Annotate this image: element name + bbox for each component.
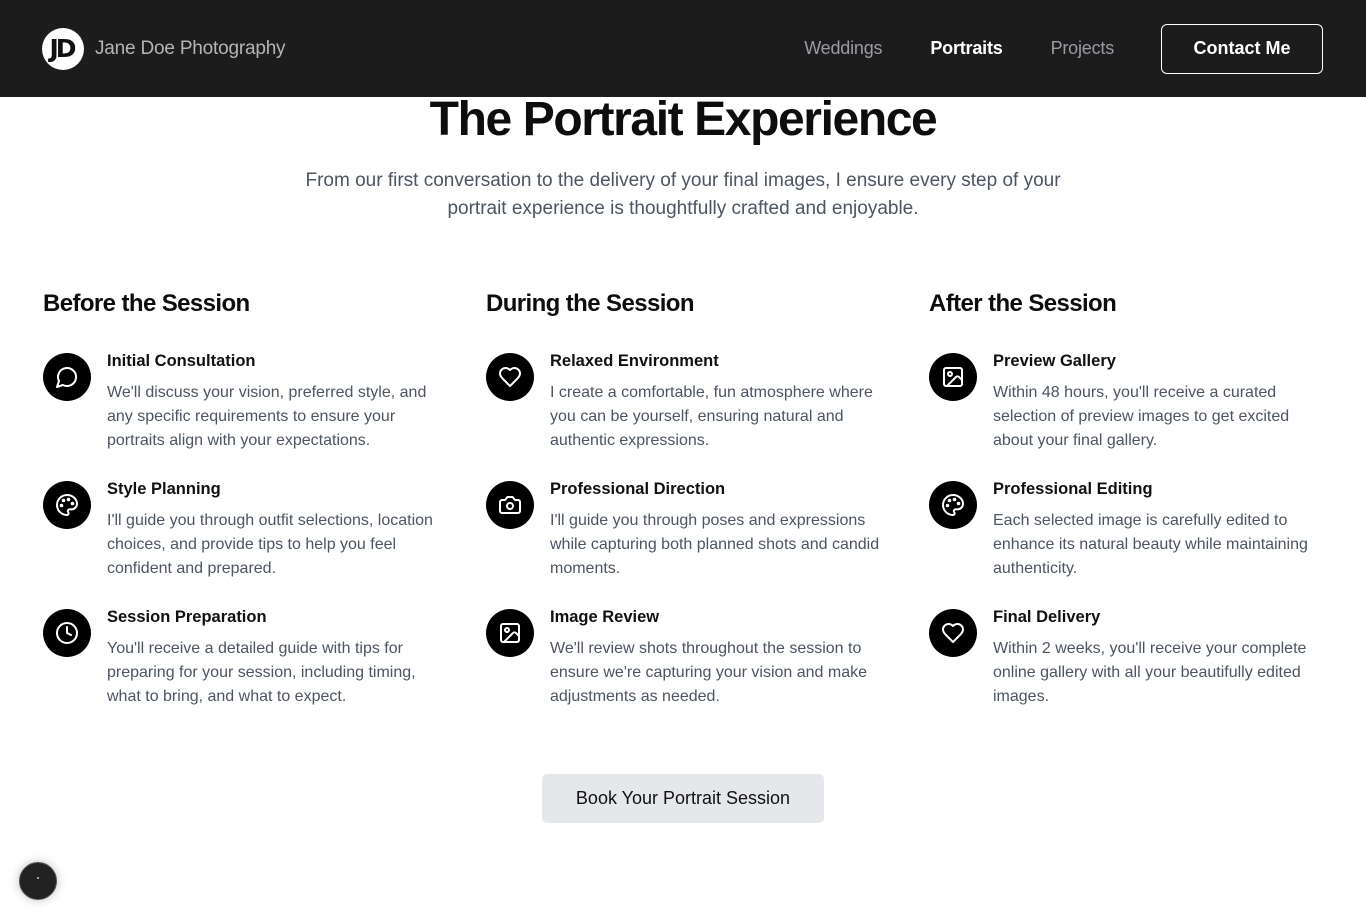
- dot-icon: [37, 877, 39, 879]
- step-item: Final Delivery Within 2 weeks, you'll re…: [929, 606, 1323, 734]
- heart-icon: [929, 609, 977, 657]
- logo: JD: [42, 27, 84, 70]
- step-description: We'll discuss your vision, preferred sty…: [107, 384, 427, 449]
- step-description: Within 2 weeks, you'll receive your comp…: [993, 640, 1307, 705]
- heart-icon: [486, 353, 534, 401]
- brand-name: Jane Doe Photography: [95, 37, 286, 59]
- column-during-session: During the Session Relaxed Environment I…: [486, 287, 929, 734]
- column-title: Before the Session: [43, 290, 250, 317]
- step-description: You'll receive a detailed guide with tip…: [107, 640, 416, 705]
- clock-icon: [43, 609, 91, 657]
- page-title: The Portrait Experience: [429, 93, 938, 146]
- nav-link-projects[interactable]: Projects: [1051, 38, 1115, 59]
- step-description: Each selected image is carefully edited …: [993, 512, 1308, 577]
- book-portrait-session-button[interactable]: Book Your Portrait Session: [542, 774, 824, 823]
- step-item: Initial Consultation We'll discuss your …: [43, 350, 486, 478]
- step-title: Initial Consultation: [107, 352, 256, 370]
- step-item: Professional Editing Each selected image…: [929, 478, 1323, 606]
- message-circle-icon: [43, 353, 91, 401]
- main-nav: Weddings Portraits Projects Contact Me: [804, 23, 1323, 74]
- column-title: After the Session: [929, 290, 1117, 317]
- brand-link[interactable]: JD Jane Doe Photography: [42, 27, 286, 70]
- experience-columns: Before the Session Initial Consultation …: [43, 287, 1323, 734]
- step-title: Professional Editing: [993, 480, 1153, 498]
- step-description: I'll guide you through poses and express…: [550, 512, 880, 577]
- step-title: Relaxed Environment: [550, 352, 719, 370]
- step-title: Style Planning: [107, 480, 221, 498]
- palette-icon: [929, 481, 977, 529]
- step-item: Professional Direction I'll guide you th…: [486, 478, 929, 606]
- page-subtitle: From our first conversation to the deliv…: [305, 170, 1061, 219]
- step-item: Session Preparation You'll receive a det…: [43, 606, 486, 734]
- step-item: Relaxed Environment I create a comfortab…: [486, 350, 929, 478]
- step-title: Image Review: [550, 608, 660, 626]
- top-navigation-bar: JD Jane Doe Photography Weddings Portrai…: [0, 0, 1366, 97]
- column-after-session: After the Session Preview Gallery Within…: [929, 287, 1323, 734]
- step-item: Style Planning I'll guide you through ou…: [43, 478, 486, 606]
- camera-icon: [486, 481, 534, 529]
- step-title: Preview Gallery: [993, 352, 1116, 370]
- step-title: Professional Direction: [550, 480, 726, 498]
- step-item: Image Review We'll review shots througho…: [486, 606, 929, 734]
- step-title: Final Delivery: [993, 608, 1101, 626]
- step-title: Session Preparation: [107, 608, 267, 626]
- step-description: Within 48 hours, you'll receive a curate…: [993, 384, 1290, 449]
- contact-me-button[interactable]: Contact Me: [1161, 23, 1323, 74]
- nav-link-portraits[interactable]: Portraits: [930, 38, 1002, 59]
- step-item: Preview Gallery Within 48 hours, you'll …: [929, 350, 1323, 478]
- image-icon: [929, 353, 977, 401]
- image-icon: [486, 609, 534, 657]
- column-before-session: Before the Session Initial Consultation …: [43, 287, 486, 734]
- step-description: I create a comfortable, fun atmosphere w…: [550, 384, 873, 449]
- palette-icon: [43, 481, 91, 529]
- step-description: I'll guide you through outfit selections…: [107, 512, 433, 577]
- column-title: During the Session: [486, 290, 695, 317]
- floating-action-button[interactable]: [19, 862, 57, 900]
- step-description: We'll review shots throughout the sessio…: [550, 640, 867, 705]
- nav-link-weddings[interactable]: Weddings: [804, 38, 882, 59]
